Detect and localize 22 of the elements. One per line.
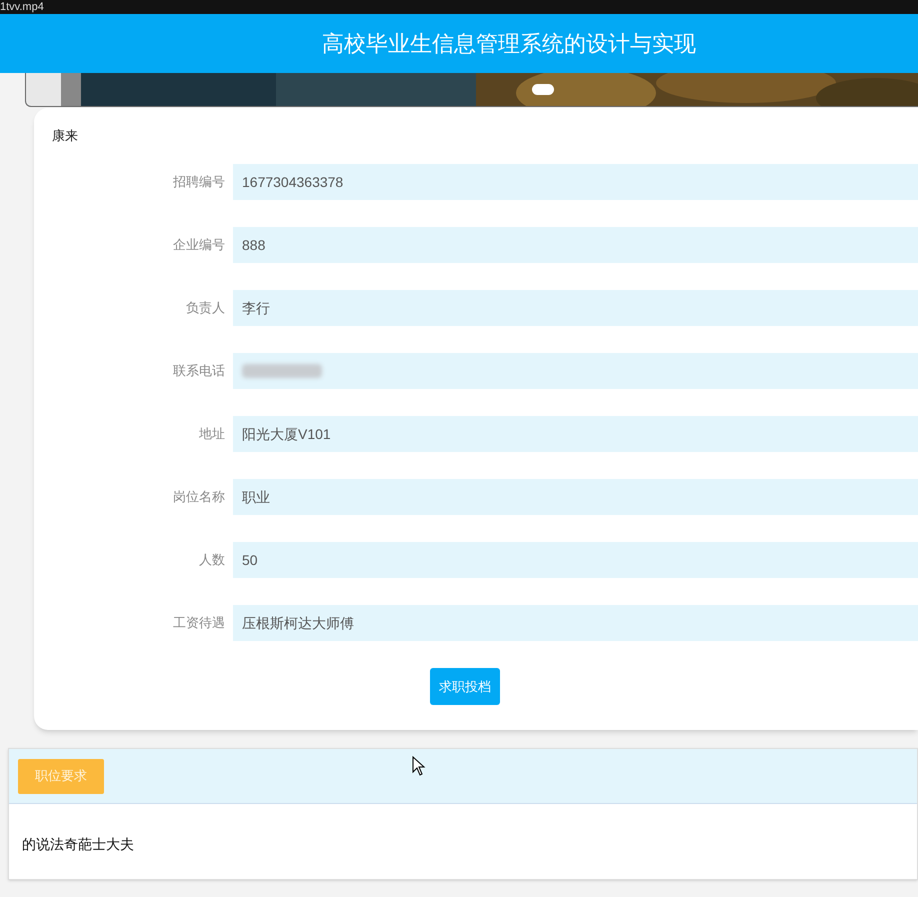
- site-title: 高校毕业生信息管理系统的设计与实现: [321, 30, 696, 58]
- field-label: 负责人: [185, 299, 226, 318]
- cursor-icon: [412, 756, 426, 776]
- field-label: 人数: [198, 551, 226, 570]
- slide-indicator[interactable]: [532, 84, 554, 95]
- input-field[interactable]: 压根斯柯达大师傅: [233, 605, 918, 641]
- input-field[interactable]: 50: [233, 542, 918, 578]
- input-field[interactable]: [233, 353, 918, 389]
- input-field[interactable]: 1677304363378: [233, 164, 918, 200]
- field-label: 地址: [198, 425, 226, 444]
- input-field[interactable]: 李行: [233, 290, 918, 326]
- requirements-text: 的说法奇葩士大夫: [22, 835, 135, 854]
- input-field[interactable]: 888: [233, 227, 918, 263]
- field-label: 联系电话: [172, 362, 226, 380]
- input-field[interactable]: 阳光大厦V101: [233, 416, 918, 452]
- input-field[interactable]: 职业: [233, 479, 918, 515]
- video-title: 1tvv.mp4: [0, 2, 44, 12]
- field-label: 企业编号: [172, 236, 226, 254]
- field-label: 招聘编号: [172, 173, 226, 192]
- card-title: 康来: [52, 128, 79, 144]
- field-label: 岗位名称: [172, 488, 226, 506]
- field-label: 工资待遇: [172, 614, 226, 632]
